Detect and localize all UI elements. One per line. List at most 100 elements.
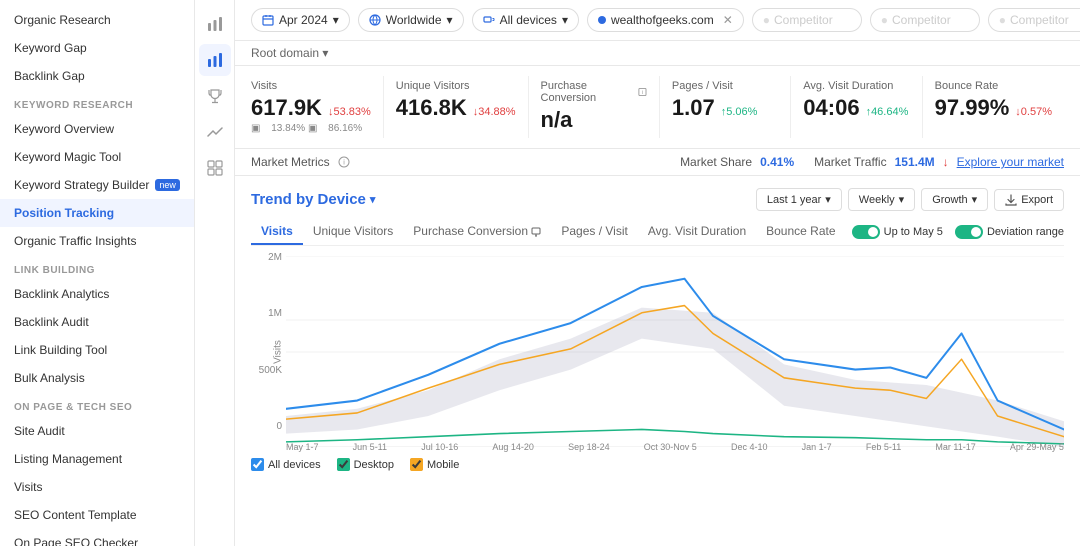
icon-bar-grid[interactable] bbox=[199, 152, 231, 184]
chart-svg bbox=[286, 256, 1064, 447]
icon-bar-chart[interactable] bbox=[199, 44, 231, 76]
square-icon-2: ▣ bbox=[308, 123, 317, 134]
market-traffic-value: 151.4M bbox=[895, 155, 935, 169]
sidebar-item-site-audit[interactable]: Site Audit bbox=[0, 417, 194, 445]
competitor-3-input[interactable]: ● Competitor bbox=[988, 8, 1080, 32]
growth-filter[interactable]: Growth ▾ bbox=[921, 188, 988, 211]
domain-dropdown-icon[interactable]: ▾ bbox=[322, 46, 328, 60]
stat-br-label: Bounce Rate bbox=[935, 80, 1052, 92]
stat-pages-visit: Pages / Visit 1.07 ↑5.06% bbox=[660, 76, 791, 138]
section-label-link-building: LINK BUILDING bbox=[0, 255, 194, 280]
chart-title-prefix: Trend by bbox=[251, 191, 314, 208]
all-devices-checkbox[interactable] bbox=[251, 458, 264, 471]
market-traffic-label: Market Traffic bbox=[814, 155, 886, 169]
chevron-down-icon: ▾ bbox=[825, 193, 831, 206]
stat-pv-label: Pages / Visit bbox=[672, 80, 778, 92]
toggle-deviation-range[interactable] bbox=[955, 225, 983, 239]
competitor-placeholder: Competitor bbox=[892, 13, 951, 27]
tab-visits[interactable]: Visits bbox=[251, 219, 303, 245]
sidebar-item-seo-content-template[interactable]: Visits bbox=[0, 473, 194, 501]
x-label-jan: Jan 1-7 bbox=[802, 442, 832, 452]
chevron-down-icon: ▾ bbox=[447, 13, 453, 27]
sidebar-label: Backlink Gap bbox=[14, 69, 85, 83]
x-label-apr: Apr 29-May 5 bbox=[1010, 442, 1064, 452]
market-bar: Market Metrics i Market Share 0.41% Mark… bbox=[235, 149, 1080, 176]
icon-bar-analytics[interactable] bbox=[199, 8, 231, 40]
sidebar-item-keyword-magic[interactable]: Keyword Magic Tool bbox=[0, 143, 194, 171]
root-domain-label[interactable]: Root domain bbox=[251, 46, 319, 60]
tab-bounce-rate[interactable]: Bounce Rate bbox=[756, 219, 845, 245]
sidebar-item-backlink-audit[interactable]: Backlink Audit bbox=[0, 308, 194, 336]
sidebar-item-backlink-gap[interactable]: Backlink Gap bbox=[0, 62, 194, 90]
domain-label: wealthofgeeks.com bbox=[611, 13, 714, 27]
export-button[interactable]: Export bbox=[994, 189, 1064, 211]
legend-desktop[interactable]: Desktop bbox=[337, 458, 394, 471]
date-filter[interactable]: Apr 2024 ▾ bbox=[251, 8, 350, 32]
tab-pages-visit[interactable]: Pages / Visit bbox=[551, 219, 637, 245]
competitor-placeholder: Competitor bbox=[774, 13, 833, 27]
tab-avg-visit-duration[interactable]: Avg. Visit Duration bbox=[638, 219, 756, 245]
chevron-down-icon[interactable]: ▾ bbox=[370, 193, 376, 206]
sidebar-item-keyword-strategy[interactable]: Keyword Strategy Builder new bbox=[0, 171, 194, 199]
devices-filter[interactable]: All devices ▾ bbox=[472, 8, 579, 32]
stat-av-change: ↑46.64% bbox=[866, 106, 909, 118]
competitor-2-input[interactable]: ● Competitor bbox=[870, 8, 980, 32]
domain-dot bbox=[598, 16, 606, 24]
close-icon[interactable]: ✕ bbox=[723, 13, 733, 27]
desktop-checkbox[interactable] bbox=[337, 458, 350, 471]
sidebar-label: On Page SEO Checker bbox=[14, 536, 138, 546]
sidebar-item-link-building-tool[interactable]: Link Building Tool bbox=[0, 336, 194, 364]
section-label-keyword-research: KEYWORD RESEARCH bbox=[0, 90, 194, 115]
sidebar-item-organic-traffic[interactable]: Organic Traffic Insights bbox=[0, 227, 194, 255]
sidebar-item-keyword-gap[interactable]: Keyword Gap bbox=[0, 34, 194, 62]
chevron-down-icon: ▾ bbox=[562, 13, 568, 27]
legend-deviation-range[interactable]: Deviation range bbox=[955, 225, 1064, 239]
location-filter[interactable]: Worldwide ▾ bbox=[358, 8, 464, 32]
sidebar: Organic Research Keyword Gap Backlink Ga… bbox=[0, 0, 195, 546]
explore-market-link[interactable]: Explore your market bbox=[957, 155, 1064, 169]
sidebar-item-on-page-seo-checker[interactable]: On Page SEO Checker bbox=[0, 529, 194, 546]
competitor-1-input[interactable]: ● Competitor bbox=[752, 8, 862, 32]
y-tick-0: 0 bbox=[276, 421, 282, 432]
sidebar-item-position-tracking[interactable]: Position Tracking bbox=[0, 199, 194, 227]
icon-bar-trophy[interactable] bbox=[199, 80, 231, 112]
toggle-up-to-may5[interactable] bbox=[852, 225, 880, 239]
chart-tabs: Visits Unique Visitors Purchase Conversi… bbox=[251, 219, 846, 245]
domain-pill[interactable]: wealthofgeeks.com ✕ bbox=[587, 8, 744, 32]
stat-uv-value: 416.8K bbox=[396, 95, 467, 121]
mobile-checkbox[interactable] bbox=[410, 458, 423, 471]
sidebar-item-keyword-overview[interactable]: Keyword Overview bbox=[0, 115, 194, 143]
last-year-filter[interactable]: Last 1 year ▾ bbox=[756, 188, 842, 211]
sidebar-item-listing-management[interactable]: Listing Management bbox=[0, 445, 194, 473]
weekly-filter[interactable]: Weekly ▾ bbox=[848, 188, 915, 211]
dot-icon: ● bbox=[881, 13, 888, 27]
sidebar-label: Visits bbox=[14, 480, 42, 494]
tab-purchase-conversion[interactable]: Purchase Conversion bbox=[403, 219, 551, 245]
chart-title-device[interactable]: Device bbox=[318, 191, 366, 208]
x-label-mar: Mar 11-17 bbox=[935, 442, 975, 452]
tab-bar: Visits Unique Visitors Purchase Conversi… bbox=[251, 219, 1064, 246]
legend-mobile[interactable]: Mobile bbox=[410, 458, 459, 471]
stat-visits-change: ↓53.83% bbox=[328, 106, 371, 118]
sidebar-label: Bulk Analysis bbox=[14, 371, 85, 385]
sidebar-item-bulk-analysis[interactable]: Bulk Analysis bbox=[0, 364, 194, 392]
legend-up-to-may5[interactable]: Up to May 5 bbox=[852, 225, 943, 239]
devices-label: All devices bbox=[500, 13, 557, 27]
sidebar-label: Organic Traffic Insights bbox=[14, 234, 137, 248]
tab-unique-visitors[interactable]: Unique Visitors bbox=[303, 219, 403, 245]
icon-bar-trend[interactable] bbox=[199, 116, 231, 148]
chart-controls: Last 1 year ▾ Weekly ▾ Growth ▾ Export bbox=[756, 188, 1064, 211]
svg-text:i: i bbox=[343, 160, 345, 167]
sidebar-item-backlink-analytics[interactable]: Backlink Analytics bbox=[0, 280, 194, 308]
sidebar-label: Keyword Magic Tool bbox=[14, 150, 121, 164]
last-year-label: Last 1 year bbox=[767, 194, 821, 206]
sidebar-item-organic-research[interactable]: Organic Research bbox=[0, 6, 194, 34]
stat-br-value: 97.99% bbox=[935, 95, 1010, 121]
sidebar-label: SEO Content Template bbox=[14, 508, 137, 522]
legend-all-devices[interactable]: All devices bbox=[251, 458, 321, 471]
sidebar-label: Keyword Gap bbox=[14, 41, 87, 55]
chevron-down-icon: ▾ bbox=[972, 193, 978, 206]
sidebar-item-seo-content-template-2[interactable]: SEO Content Template bbox=[0, 501, 194, 529]
market-share-label: Market Share bbox=[680, 155, 752, 169]
export-label: Export bbox=[1021, 194, 1053, 206]
